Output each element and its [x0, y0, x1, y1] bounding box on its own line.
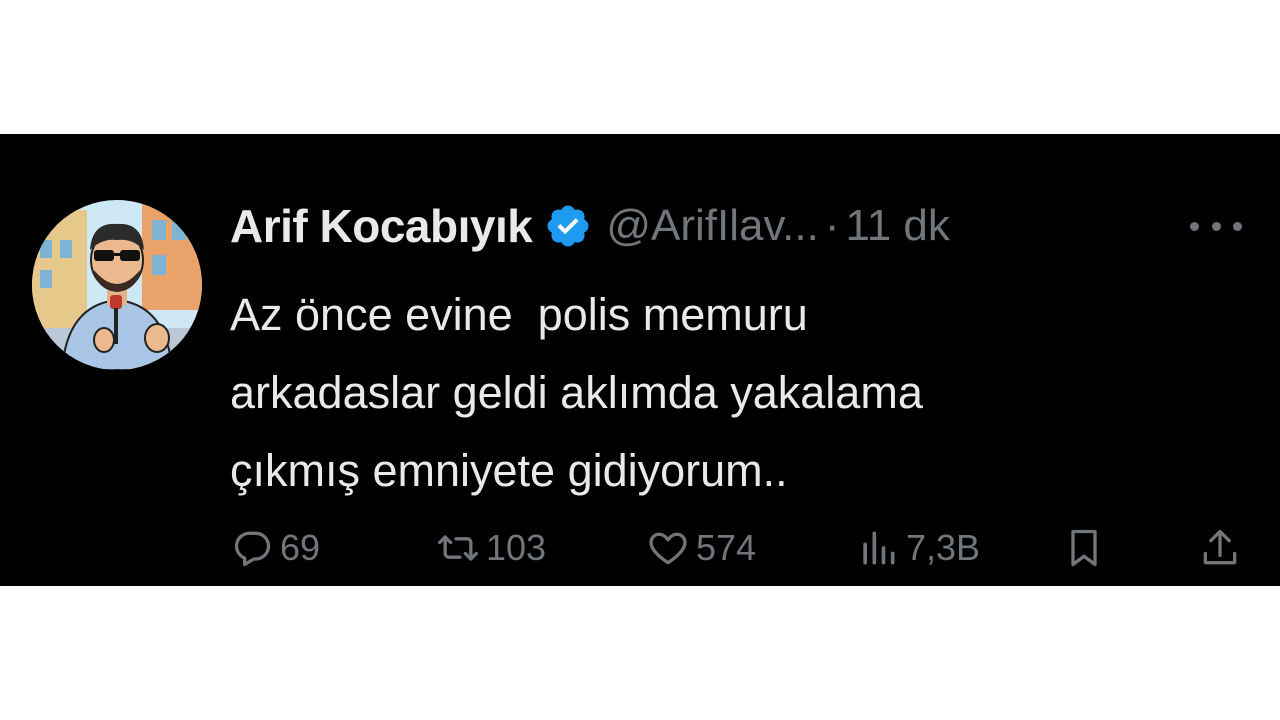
- verified-badge-icon: [544, 202, 592, 250]
- like-button[interactable]: 574: [646, 522, 756, 574]
- avatar[interactable]: [32, 200, 202, 370]
- bookmark-icon: [1071, 529, 1097, 567]
- views-count: 7,3B: [906, 527, 981, 568]
- share-icon: [1203, 529, 1237, 565]
- reply-button[interactable]: 69: [230, 522, 320, 574]
- share-button[interactable]: [1198, 522, 1248, 574]
- reply-icon: [234, 531, 271, 567]
- more-icon[interactable]: [1190, 210, 1242, 242]
- like-count: 574: [696, 527, 757, 568]
- retweet-icon: [438, 535, 478, 561]
- timestamp[interactable]: 11 dk: [846, 201, 950, 251]
- separator-dot: ·: [824, 201, 840, 250]
- views-icon: [863, 531, 895, 565]
- bookmark-button[interactable]: [1062, 522, 1112, 574]
- avatar-illustration: [32, 200, 202, 370]
- retweet-button[interactable]: 103: [436, 522, 546, 574]
- author-handle[interactable]: @ArifIlav...: [606, 201, 819, 251]
- retweet-count: 103: [486, 527, 547, 568]
- like-icon: [649, 532, 687, 565]
- reply-count: 69: [280, 527, 321, 568]
- tweet-text: Az önce evine polis memuru arkadaslar ge…: [230, 289, 923, 496]
- views-button[interactable]: 7,3B: [856, 522, 980, 574]
- tweet-header: Arif Kocabıyık @ArifIlav... · 11 dk: [230, 198, 950, 254]
- author-name[interactable]: Arif Kocabıyık: [230, 199, 533, 253]
